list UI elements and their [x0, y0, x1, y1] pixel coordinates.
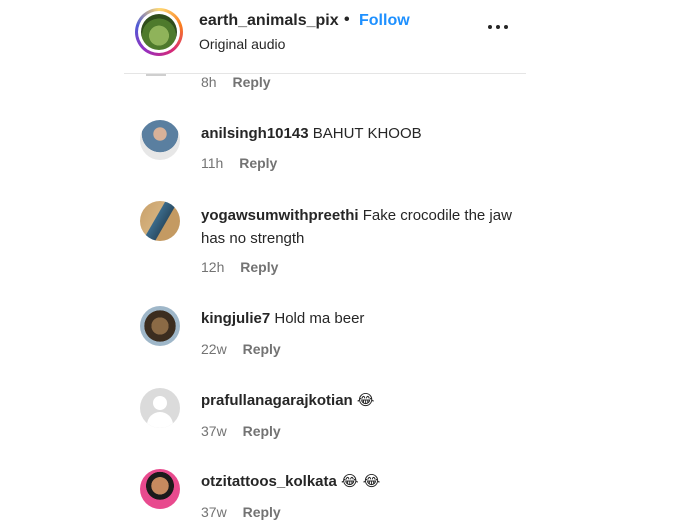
comment-time: 37w: [201, 504, 227, 520]
comment-time: 11h: [201, 155, 224, 171]
follow-button[interactable]: Follow: [359, 12, 410, 30]
commenter-avatar[interactable]: [140, 306, 180, 346]
comment-meta: 37w Reply: [201, 423, 281, 439]
comment-meta: 8h Reply: [201, 74, 271, 90]
profile-avatar[interactable]: [135, 8, 183, 56]
comment-username[interactable]: kingjulie7: [201, 310, 270, 327]
comment-text: anilsingh10143 BAHUT KHOOB: [201, 122, 531, 145]
comment-text: kingjulie7 Hold ma beer: [201, 307, 531, 330]
cropped-avatar-fragment: [146, 74, 166, 76]
comment-meta: 37w Reply: [201, 504, 281, 520]
reply-button[interactable]: Reply: [232, 74, 270, 90]
comment-text: yogawsumwithpreethi Fake crocodile the j…: [201, 204, 531, 250]
comment-text: otzitattoos_kolkata 😂 😂: [201, 470, 531, 493]
comment-time: 22w: [201, 341, 227, 357]
reply-button[interactable]: Reply: [243, 504, 281, 520]
comment-username[interactable]: prafullanagarajkotian: [201, 392, 353, 409]
more-options-icon[interactable]: [487, 22, 511, 32]
comment-time: 37w: [201, 423, 227, 439]
reply-button[interactable]: Reply: [243, 423, 281, 439]
avatar-image: [141, 14, 177, 50]
reply-button[interactable]: Reply: [243, 341, 281, 357]
comment-username[interactable]: otzitattoos_kolkata: [201, 473, 337, 490]
comment-body: 😂: [356, 392, 375, 409]
reply-button[interactable]: Reply: [239, 155, 277, 171]
post-header: earth_animals_pix • Follow Original audi…: [0, 0, 680, 74]
header-divider: [124, 73, 526, 74]
header-username[interactable]: earth_animals_pix: [199, 12, 339, 30]
comment-username[interactable]: anilsingh10143: [201, 125, 309, 142]
commenter-avatar[interactable]: [140, 201, 180, 241]
audio-label[interactable]: Original audio: [199, 36, 285, 52]
comment-meta: 11h Reply: [201, 155, 277, 171]
comment-text: prafullanagarajkotian 😂: [201, 389, 531, 412]
commenter-avatar[interactable]: [140, 388, 180, 428]
comment-body: BAHUT KHOOB: [312, 125, 422, 142]
comment-time: 12h: [201, 259, 225, 275]
comment-meta: 22w Reply: [201, 341, 281, 357]
comment-username[interactable]: yogawsumwithpreethi: [201, 207, 359, 224]
reply-button[interactable]: Reply: [240, 259, 278, 275]
separator-dot: •: [344, 11, 350, 28]
comment-body: 😂 😂: [341, 473, 381, 490]
commenter-avatar[interactable]: [140, 469, 180, 509]
commenter-avatar[interactable]: [140, 120, 180, 160]
comment-time: 8h: [201, 74, 217, 90]
comment-body: Hold ma beer: [274, 310, 365, 327]
comment-meta: 12h Reply: [201, 259, 278, 275]
